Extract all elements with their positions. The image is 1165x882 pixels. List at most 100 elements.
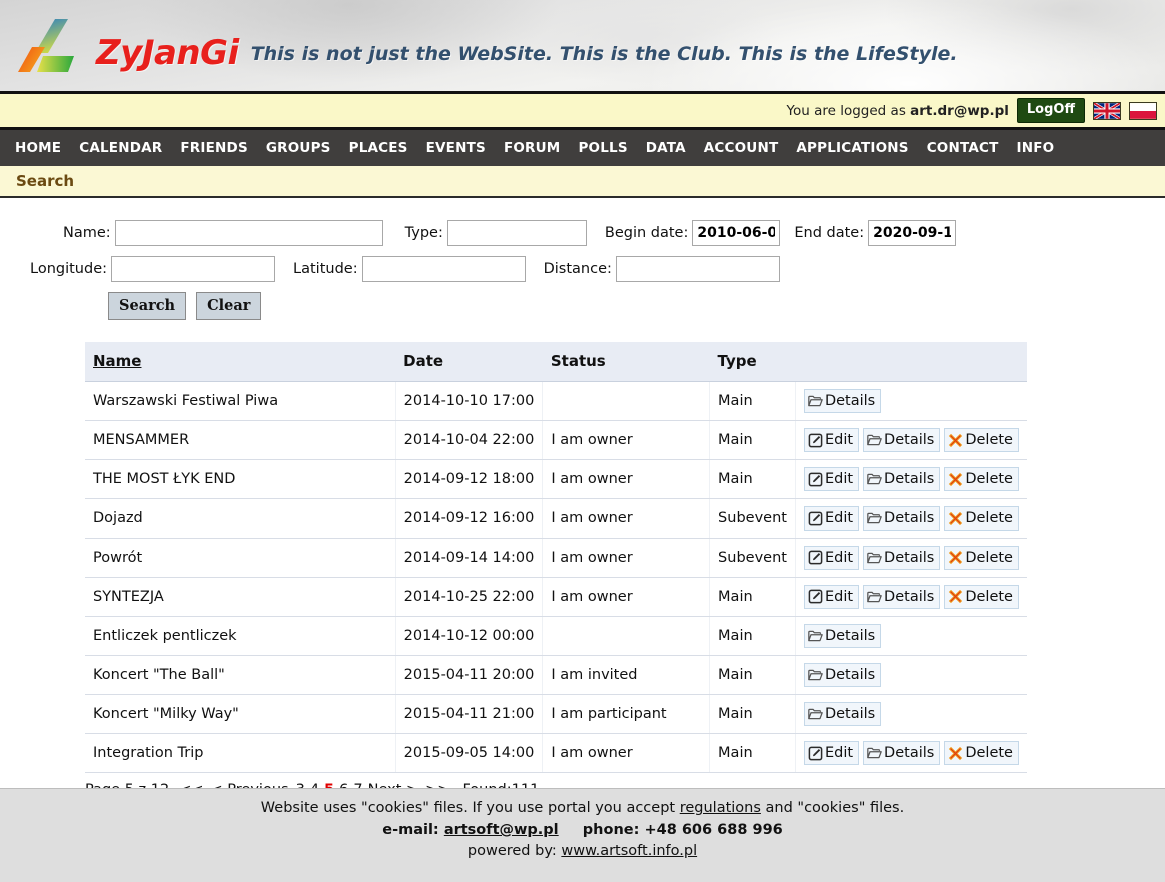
details-action-button[interactable]: Details (863, 584, 941, 609)
cell-event-actions: Details (795, 694, 1027, 735)
details-action-button[interactable]: Details (803, 662, 882, 687)
delete-action-button[interactable]: Delete (944, 545, 1019, 570)
nav-item-events[interactable]: EVENTS (417, 134, 495, 162)
folder-open-icon (808, 630, 823, 642)
results-table-wrapper: Name Date Status Type Warszawski Festiwa… (0, 330, 1165, 774)
search-form-row-1: Name: Type: Begin date: End date: (0, 220, 1165, 246)
nav-item-contact[interactable]: CONTACT (918, 134, 1008, 162)
edit-action-button[interactable]: Edit (803, 545, 860, 570)
flag-poland-icon[interactable] (1129, 101, 1157, 120)
cell-event-actions: Edit Details Delete (795, 498, 1027, 539)
edit-action-label: Edit (824, 471, 854, 488)
type-input[interactable] (446, 220, 587, 246)
table-row: MENSAMMER 2014-10-04 22:00 I am owner Main E… (85, 420, 1027, 461)
name-input[interactable] (114, 220, 383, 246)
table-row: Koncert "Milky Way" 2015-04-11 21:00 I am … (85, 694, 1027, 735)
delete-action-button[interactable]: Delete (944, 428, 1019, 453)
logoff-button[interactable]: LogOff (1016, 98, 1085, 123)
pencil-square-icon (808, 550, 823, 565)
logged-user-email: art.dr@wp.pl (910, 102, 1009, 119)
nav-item-calendar[interactable]: CALENDAR (70, 134, 171, 162)
details-action-button[interactable]: Details (803, 623, 882, 648)
table-row: Dojazd 2014-09-12 16:00 I am owner Subevent… (85, 498, 1027, 539)
column-header-type[interactable]: Type (709, 342, 796, 382)
nav-item-forum[interactable]: FORUM (495, 134, 570, 162)
nav-item-polls[interactable]: POLLS (569, 134, 636, 162)
details-action-button[interactable]: Details (863, 467, 941, 492)
nav-item-places[interactable]: PLACES (340, 134, 417, 162)
cell-event-actions: Details (795, 655, 1027, 696)
cell-event-actions: Details (795, 616, 1027, 656)
cell-event-name: Dojazd (85, 498, 396, 539)
nav-item-friends[interactable]: FRIENDS (171, 134, 257, 162)
column-header-status[interactable]: Status (542, 342, 710, 382)
main-navigation: HOME CALENDAR FRIENDS GROUPS PLACES EVEN… (0, 130, 1165, 166)
details-action-button[interactable]: Details (803, 389, 882, 414)
cell-event-status: I am participant (542, 694, 711, 735)
edit-action-button[interactable]: Edit (803, 584, 860, 609)
column-header-date[interactable]: Date (395, 342, 543, 382)
cell-event-status: I am owner (542, 498, 711, 539)
regulations-link[interactable]: regulations (680, 800, 761, 816)
nav-item-applications[interactable]: APPLICATIONS (787, 134, 917, 162)
begin-date-input[interactable] (692, 220, 781, 246)
delete-action-button[interactable]: Delete (944, 506, 1019, 531)
edit-action-button[interactable]: Edit (803, 506, 860, 531)
cell-event-actions: Edit Details Delete (795, 538, 1027, 578)
end-date-input[interactable] (868, 220, 957, 246)
type-label: Type: (404, 225, 443, 241)
red-cross-delete-icon (949, 746, 963, 760)
details-action-button[interactable]: Details (803, 702, 882, 727)
nav-item-account[interactable]: ACCOUNT (695, 134, 788, 162)
longitude-input[interactable] (111, 256, 276, 282)
cell-event-actions: Edit Details Delete (795, 733, 1027, 774)
cell-event-type: Main (709, 420, 796, 461)
cell-event-date: 2014-09-14 14:00 (395, 538, 544, 578)
nav-item-info[interactable]: INFO (1008, 134, 1064, 162)
edit-action-button[interactable]: Edit (803, 428, 860, 453)
details-action-button[interactable]: Details (863, 741, 941, 766)
search-form: Name: Type: Begin date: End date: Longit… (0, 198, 1165, 320)
details-action-label: Details (884, 510, 935, 527)
latitude-input[interactable] (361, 256, 526, 282)
cell-event-name: THE MOST ŁYK END (85, 459, 396, 500)
details-action-label: Details (884, 432, 935, 449)
details-action-label: Details (884, 588, 935, 605)
delete-action-label: Delete (965, 510, 1013, 527)
details-action-button[interactable]: Details (863, 545, 941, 570)
cell-event-status: I am invited (542, 655, 711, 696)
delete-action-button[interactable]: Delete (944, 467, 1019, 492)
clear-button[interactable]: Clear (196, 292, 262, 320)
details-action-button[interactable]: Details (863, 428, 941, 453)
edit-action-button[interactable]: Edit (803, 741, 860, 766)
distance-input[interactable] (615, 256, 780, 282)
zyjangi-triangle-logo[interactable] (18, 17, 90, 75)
email-link[interactable]: artsoft@wp.pl (444, 822, 559, 838)
results-table: Name Date Status Type Warszawski Festiwa… (85, 342, 1027, 774)
cell-event-type: Main (709, 381, 796, 422)
logged-as-text: You are logged as art.dr@wp.pl (787, 103, 1009, 119)
cell-event-date: 2015-04-11 20:00 (395, 655, 544, 696)
nav-item-groups[interactable]: GROUPS (257, 134, 340, 162)
cell-event-status (542, 381, 711, 422)
cell-event-date: 2015-09-05 14:00 (395, 733, 544, 774)
red-cross-delete-icon (949, 433, 963, 447)
results-table-head: Name Date Status Type (85, 342, 1027, 382)
column-header-name[interactable]: Name (85, 342, 396, 382)
delete-action-button[interactable]: Delete (944, 741, 1019, 766)
flag-uk-icon[interactable] (1093, 101, 1121, 120)
powered-by-label: powered by: (467, 843, 557, 859)
edit-action-button[interactable]: Edit (803, 467, 860, 492)
delete-action-button[interactable]: Delete (944, 584, 1019, 609)
brand-tagline: This is not just the WebSite. This is th… (250, 42, 958, 65)
table-row: Powrót 2014-09-14 14:00 I am owner Subevent… (85, 538, 1027, 578)
results-table-body: Warszawski Festiwal Piwa 2014-10-10 17:00… (85, 381, 1027, 774)
nav-item-home[interactable]: HOME (6, 134, 70, 162)
page-title: Search (16, 172, 75, 190)
column-header-actions (795, 342, 1027, 382)
search-button[interactable]: Search (108, 292, 187, 320)
folder-open-icon (867, 513, 882, 524)
details-action-button[interactable]: Details (863, 506, 941, 531)
nav-item-data[interactable]: DATA (637, 134, 695, 162)
powered-by-link[interactable]: www.artsoft.info.pl (561, 843, 697, 859)
